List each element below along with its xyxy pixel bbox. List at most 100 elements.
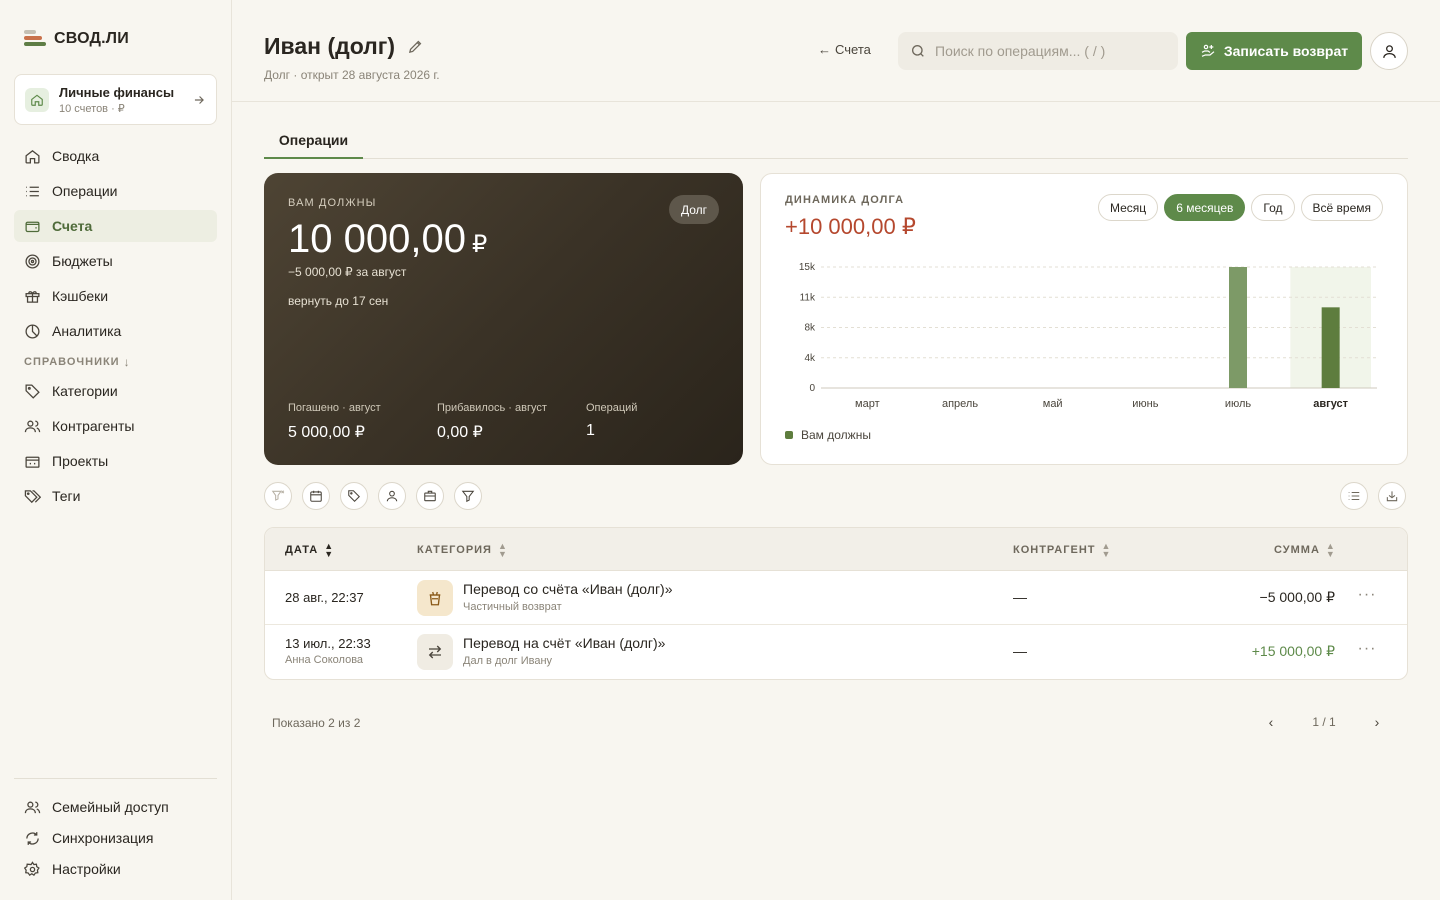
chart-bar — [1321, 307, 1340, 388]
nav-item-accounts[interactable]: Счета — [14, 210, 217, 242]
transfer-icon — [417, 634, 453, 670]
record-return-label: Записать возврат — [1223, 43, 1349, 59]
tab-operations[interactable]: Операции — [264, 122, 363, 159]
period-selector: Месяц 6 месяцев Год Всё время — [1098, 194, 1383, 221]
nav-item-label: Операции — [52, 183, 118, 199]
period-year[interactable]: Год — [1251, 194, 1295, 221]
section-label-references[interactable]: СПРАВОЧНИКИ ↓ — [14, 353, 217, 371]
nav-item-label: Настройки — [52, 861, 121, 877]
nav-item-family-access[interactable]: Семейный доступ — [14, 791, 217, 823]
tab-bar: Операции — [264, 122, 1408, 159]
chart-bar — [1229, 267, 1247, 388]
person-icon — [386, 490, 398, 502]
row-title: Перевод со счёта «Иван (долг)» — [463, 581, 673, 597]
advanced-filter-button[interactable] — [454, 482, 482, 510]
period-all-time[interactable]: Всё время — [1300, 194, 1383, 221]
nav-item-cashback[interactable]: Кэшбеки — [14, 280, 217, 312]
category-filter-button[interactable] — [340, 482, 368, 510]
row-category: Перевод со счёта «Иван (долг)» Частичный… — [463, 581, 673, 613]
filter-toolbar — [264, 482, 482, 510]
column-header-counterparty[interactable]: КОНТРАГЕНТ ▲ ▼ — [1013, 528, 1111, 571]
export-button[interactable] — [1378, 482, 1406, 510]
debt-dynamics-card: ДИНАМИКА ДОЛГА +10 000,00 ₽ Месяц 6 меся… — [760, 173, 1408, 465]
nav-item-sync[interactable]: Синхронизация — [14, 822, 217, 854]
download-icon — [1386, 491, 1398, 502]
row-subtitle: Частичный возврат — [463, 601, 562, 613]
stat-label: Погашено · август — [288, 402, 381, 414]
legend-label: Вам должны — [801, 428, 871, 442]
date-filter-button[interactable] — [302, 482, 330, 510]
table-row[interactable]: 28 авг., 22:37 Перевод со счёта «Иван (д… — [265, 571, 1407, 625]
prev-page-button[interactable]: ‹ — [1262, 714, 1280, 730]
row-counterparty: — — [1013, 589, 1027, 605]
row-more-icon[interactable]: ··· — [1355, 586, 1379, 604]
family-icon — [24, 801, 41, 813]
period-6-months[interactable]: 6 месяцев — [1164, 194, 1246, 221]
nav-item-categories[interactable]: Категории — [14, 375, 217, 407]
arrow-down-icon: ↓ — [123, 355, 131, 369]
money-hand-icon — [1201, 44, 1215, 57]
column-header-date[interactable]: ДАТА ▲ ▼ — [285, 528, 334, 571]
nav-item-label: Бюджеты — [52, 253, 113, 269]
sort-icon: ▲ ▼ — [497, 540, 508, 559]
app-logo[interactable]: СВОД.ЛИ — [24, 30, 129, 48]
nav-item-label: Аналитика — [52, 323, 122, 339]
nav-item-settings[interactable]: Настройки — [14, 853, 217, 885]
list-icon — [1348, 491, 1360, 501]
briefcase-icon — [424, 490, 436, 502]
stat-label: Прибавилось · август — [437, 402, 547, 414]
row-date-main: 13 июл., 22:33 — [285, 636, 371, 651]
list-view-button[interactable] — [1340, 482, 1368, 510]
column-header-category[interactable]: КАТЕГОРИЯ ▲ ▼ — [417, 528, 508, 571]
row-subtitle: Дал в долг Ивану — [463, 655, 553, 667]
nav-item-projects[interactable]: Проекты — [14, 445, 217, 477]
gift-icon — [25, 290, 40, 303]
nav-item-summary[interactable]: Сводка — [14, 140, 217, 172]
edit-pencil-icon[interactable] — [407, 38, 424, 55]
chart-ytick-label: 8k — [804, 323, 816, 334]
workspace-switcher[interactable]: Личные финансы 10 счетов · ₽ — [14, 74, 217, 125]
nav-item-counterparties[interactable]: Контрагенты — [14, 410, 217, 442]
table-header: ДАТА ▲ ▼ КАТЕГОРИЯ ▲ ▼ КОНТРАГЕНТ ▲ ▼ СУММА… — [265, 528, 1407, 571]
row-title: Перевод на счёт «Иван (долг)» — [463, 635, 666, 651]
reset-filters-button[interactable] — [264, 482, 292, 510]
briefcase-icon — [25, 456, 40, 468]
record-return-button[interactable]: Записать возврат — [1186, 32, 1362, 70]
period-month[interactable]: Месяц — [1098, 194, 1159, 221]
search-box — [898, 32, 1178, 70]
row-more-icon[interactable]: ··· — [1355, 640, 1379, 658]
logo-text: СВОД.ЛИ — [54, 30, 129, 47]
chart-xtick-label: июль — [1225, 398, 1252, 410]
logo-icon — [24, 30, 46, 48]
nav-item-tags[interactable]: Теги — [14, 480, 217, 512]
nav-item-label: Контрагенты — [52, 418, 135, 434]
search-input[interactable] — [935, 43, 1165, 59]
nav-item-budgets[interactable]: Бюджеты — [14, 245, 217, 277]
gear-icon — [24, 860, 40, 876]
nav-item-analytics[interactable]: Аналитика — [14, 315, 217, 347]
nav-item-label: Синхронизация — [52, 830, 154, 846]
nav-item-operations[interactable]: Операции — [14, 175, 217, 207]
chart-ytick-label: 0 — [809, 383, 815, 394]
row-date-main: 28 авг., 22:37 — [285, 590, 364, 605]
counterparty-filter-button[interactable] — [378, 482, 406, 510]
balance-amount-value: 10 000,00 — [288, 217, 466, 261]
page-subtitle: Долг · открыт 28 августа 2026 г. — [264, 68, 440, 82]
balance-due: вернуть до 17 сен — [288, 294, 389, 308]
back-to-accounts-link[interactable]: ← Счета — [818, 42, 871, 57]
nav-item-label: Теги — [52, 488, 81, 504]
profile-button[interactable] — [1370, 32, 1408, 70]
balance-card: ВАМ ДОЛЖНЫ 10 000,00 ₽ −5 000,00 ₽ за авг… — [264, 173, 743, 465]
column-header-amount[interactable]: СУММА ▲ ▼ — [1274, 528, 1336, 571]
table-row[interactable]: 13 июл., 22:33 Анна Соколова Перевод на … — [265, 625, 1407, 679]
chart-xtick-label: май — [1043, 398, 1063, 410]
calendar-icon — [310, 490, 322, 502]
reset-filter-icon — [271, 490, 285, 501]
chart-legend: Вам должны — [785, 428, 871, 442]
sort-icon: ▲ ▼ — [1325, 540, 1336, 559]
chart-ytick-label: 15k — [799, 262, 816, 273]
main-nav: Сводка Операции Счета Бюджеты Кэшбеки Ан… — [14, 140, 217, 515]
project-filter-button[interactable] — [416, 482, 444, 510]
next-page-button[interactable]: › — [1368, 714, 1386, 730]
chart-icon — [25, 323, 40, 339]
